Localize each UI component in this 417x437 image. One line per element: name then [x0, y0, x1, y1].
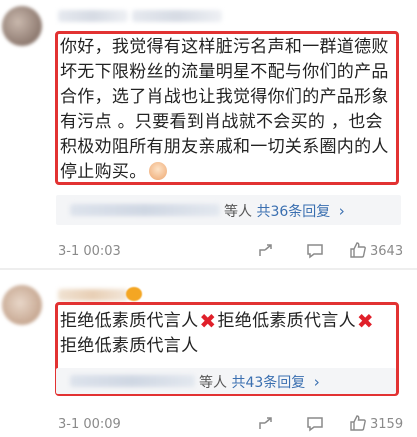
- comment-line: 合作，选了肖战也让我觉得你们的产品形象: [60, 87, 389, 107]
- reply-usernames-blurred: [70, 375, 195, 387]
- comment-line: 拒绝低素质代言人✖拒绝低素质代言人✖: [60, 309, 398, 334]
- comment-line: 坏无下限粉丝的流量明星不配与你们的产品: [60, 62, 389, 82]
- comment-line-text: 停止购买。: [60, 162, 147, 182]
- like-icon[interactable]: [349, 414, 367, 436]
- replies-bar[interactable]: 等人 共43条回复 ›: [56, 368, 396, 394]
- replies-bar[interactable]: 等人 共36条回复 ›: [56, 195, 401, 225]
- comment-icon[interactable]: [306, 415, 324, 437]
- comment-segment: 拒绝低素质代言人: [217, 311, 356, 331]
- avatar[interactable]: [2, 6, 42, 46]
- like-count: 3159: [370, 417, 404, 432]
- replies-suffix: 等人: [199, 375, 227, 391]
- comment-line: 你好，我觉得有这样脏污名声和一群道德败: [60, 37, 389, 57]
- reply-usernames-blurred: [70, 204, 220, 216]
- like-icon[interactable]: [349, 241, 367, 263]
- username-blurred[interactable]: [58, 10, 128, 22]
- comment-time: 3-1 00:09: [58, 417, 121, 432]
- avatar[interactable]: [2, 285, 42, 325]
- comment-segment: 拒绝低素质代言人: [60, 311, 199, 331]
- cross-mark-icon: ✖: [199, 309, 217, 333]
- section-divider: [0, 268, 417, 270]
- share-icon[interactable]: [257, 242, 275, 264]
- vip-badge-icon: [126, 287, 142, 301]
- comment-body: 拒绝低素质代言人✖拒绝低素质代言人✖ 拒绝低素质代言人: [60, 309, 398, 359]
- chevron-right-icon: ›: [313, 373, 320, 391]
- comment-line: 积极劝阻所有朋友亲戚和一切关系圈内的人: [60, 137, 389, 157]
- replies-link[interactable]: 共43条回复: [231, 375, 305, 391]
- emoji-icon: [148, 162, 167, 180]
- like-count: 3643: [370, 244, 404, 259]
- comment-line: 有污点 。只要看到肖战就不会买的 ，也会: [60, 112, 383, 132]
- comment-body: 你好，我觉得有这样脏污名声和一群道德败 坏无下限粉丝的流量明星不配与你们的产品 …: [60, 35, 398, 185]
- replies-link[interactable]: 共36条回复: [256, 204, 330, 220]
- comment-time: 3-1 00:03: [58, 244, 121, 259]
- share-icon[interactable]: [257, 415, 275, 437]
- cross-mark-icon: ✖: [356, 309, 374, 333]
- comment-line: 拒绝低素质代言人: [60, 336, 199, 356]
- replies-suffix: 等人: [224, 204, 252, 220]
- replies-summary[interactable]: 等人 共36条回复 ›: [224, 201, 345, 221]
- username-blurred[interactable]: [132, 10, 222, 22]
- comment-line-last: 停止购买。: [60, 160, 398, 185]
- replies-summary[interactable]: 等人 共43条回复 ›: [199, 372, 320, 392]
- chevron-right-icon: ›: [338, 202, 345, 220]
- comment-icon[interactable]: [306, 242, 324, 264]
- username-blurred[interactable]: [58, 289, 128, 301]
